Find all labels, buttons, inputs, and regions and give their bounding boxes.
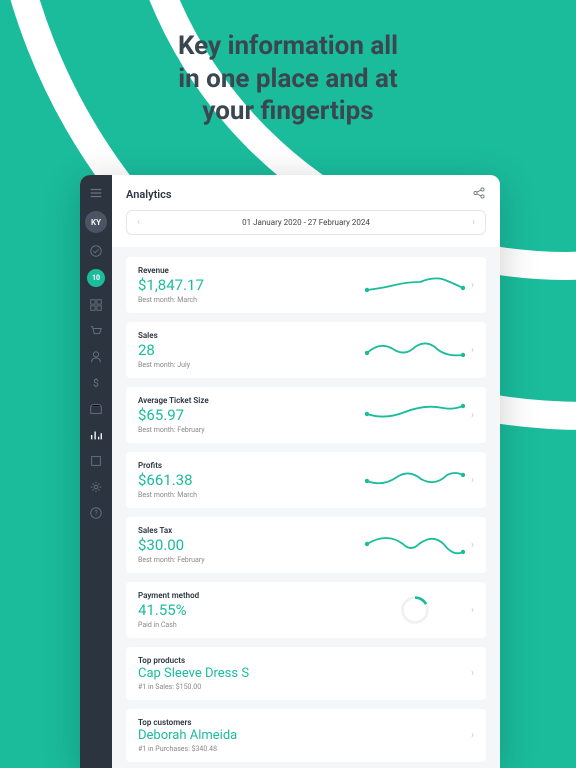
metric-sub: Best month: February bbox=[138, 556, 365, 564]
metric-card[interactable]: Top customersDeborah Almeida #1 in Purcha… bbox=[126, 709, 486, 762]
main-panel: Analytics ‹ 01 January 2020 - 27 Februar… bbox=[112, 175, 500, 768]
metric-label: Payment method bbox=[138, 591, 365, 600]
chevron-right-icon[interactable]: › bbox=[471, 280, 474, 291]
metric-card[interactable]: Revenue$1,847.17 Best month: March › bbox=[126, 257, 486, 313]
box-icon[interactable] bbox=[88, 453, 104, 469]
date-range-button[interactable]: ‹ 01 January 2020 - 27 February 2024 › bbox=[126, 210, 486, 235]
sidebar-badge[interactable]: 10 bbox=[87, 269, 105, 287]
dollar-icon[interactable]: $ bbox=[88, 375, 104, 391]
metric-card[interactable]: Profits$661.38 Best month: March › bbox=[126, 452, 486, 508]
grid-icon[interactable] bbox=[88, 297, 104, 313]
metric-sub: Best month: February bbox=[138, 426, 365, 434]
sparkline bbox=[365, 400, 465, 430]
chevron-right-icon[interactable]: › bbox=[471, 668, 474, 679]
chevron-right-icon[interactable]: › bbox=[471, 475, 474, 486]
metric-value: Deborah Almeida bbox=[138, 728, 465, 743]
metric-card[interactable]: Payment method41.55% Paid in Cash › bbox=[126, 582, 486, 638]
chevron-right-icon[interactable]: › bbox=[471, 605, 474, 616]
metric-card[interactable]: Top productsCap Sleeve Dress S #1 in Sale… bbox=[126, 647, 486, 700]
sparkline bbox=[365, 270, 465, 300]
date-range-picker: ‹ 01 January 2020 - 27 February 2024 › bbox=[112, 210, 500, 247]
hero-title: Key information all in one place and at … bbox=[0, 0, 576, 128]
check-circle-icon[interactable] bbox=[88, 243, 104, 259]
chevron-right-icon[interactable]: › bbox=[471, 410, 474, 421]
metric-card[interactable]: Sales Tax$30.00 Best month: February › bbox=[126, 517, 486, 573]
svg-text:$: $ bbox=[93, 377, 99, 390]
metric-value: $30.00 bbox=[138, 536, 365, 554]
chevron-left-icon[interactable]: ‹ bbox=[137, 217, 140, 228]
metric-cards: Revenue$1,847.17Best month: March›Sales2… bbox=[112, 247, 500, 768]
chevron-right-icon[interactable]: › bbox=[471, 730, 474, 741]
gear-icon[interactable] bbox=[88, 479, 104, 495]
chevron-right-icon[interactable]: › bbox=[471, 345, 474, 356]
cart-icon[interactable] bbox=[88, 323, 104, 339]
metric-card[interactable]: Average Ticket Size$65.97 Best month: Feb… bbox=[126, 387, 486, 443]
metric-label: Revenue bbox=[138, 266, 365, 275]
svg-text:?: ? bbox=[94, 510, 98, 518]
metric-label: Sales bbox=[138, 331, 365, 340]
help-icon[interactable]: ? bbox=[88, 505, 104, 521]
menu-icon[interactable] bbox=[88, 185, 104, 201]
donut-chart bbox=[399, 594, 431, 626]
archive-icon[interactable] bbox=[88, 401, 104, 417]
metric-value: $65.97 bbox=[138, 406, 365, 424]
sparkline bbox=[365, 530, 465, 560]
app-window: KY 10 $ ? bbox=[80, 175, 500, 768]
sidebar: KY 10 $ ? bbox=[80, 175, 112, 768]
page-title: Analytics bbox=[126, 188, 172, 201]
metric-value: $1,847.17 bbox=[138, 276, 365, 294]
share-icon[interactable] bbox=[472, 185, 486, 204]
sparkline bbox=[365, 465, 465, 495]
metric-value: $661.38 bbox=[138, 471, 365, 489]
metric-sub: Paid in Cash bbox=[138, 621, 365, 629]
chevron-right-icon[interactable]: › bbox=[472, 217, 475, 228]
user-icon[interactable] bbox=[88, 349, 104, 365]
metric-label: Sales Tax bbox=[138, 526, 365, 535]
metric-sub: Best month: March bbox=[138, 296, 365, 304]
page-header: Analytics bbox=[112, 175, 500, 210]
metric-sub: Best month: March bbox=[138, 491, 365, 499]
metric-card[interactable]: Sales28 Best month: July › bbox=[126, 322, 486, 378]
chart-icon[interactable] bbox=[88, 427, 104, 443]
date-range-text: 01 January 2020 - 27 February 2024 bbox=[242, 218, 370, 227]
metric-label: Profits bbox=[138, 461, 365, 470]
metric-label: Top customers bbox=[138, 718, 465, 727]
metric-value: Cap Sleeve Dress S bbox=[138, 666, 465, 681]
metric-value: 28 bbox=[138, 341, 365, 359]
metric-label: Average Ticket Size bbox=[138, 396, 365, 405]
metric-label: Top products bbox=[138, 656, 465, 665]
chevron-right-icon[interactable]: › bbox=[471, 540, 474, 551]
metric-sub: #1 in Purchases: $340.48 bbox=[138, 745, 465, 753]
metric-value: 41.55% bbox=[138, 601, 365, 619]
metric-sub: Best month: July bbox=[138, 361, 365, 369]
avatar[interactable]: KY bbox=[85, 211, 107, 233]
sparkline bbox=[365, 335, 465, 365]
metric-sub: #1 in Sales: $150.00 bbox=[138, 683, 465, 691]
